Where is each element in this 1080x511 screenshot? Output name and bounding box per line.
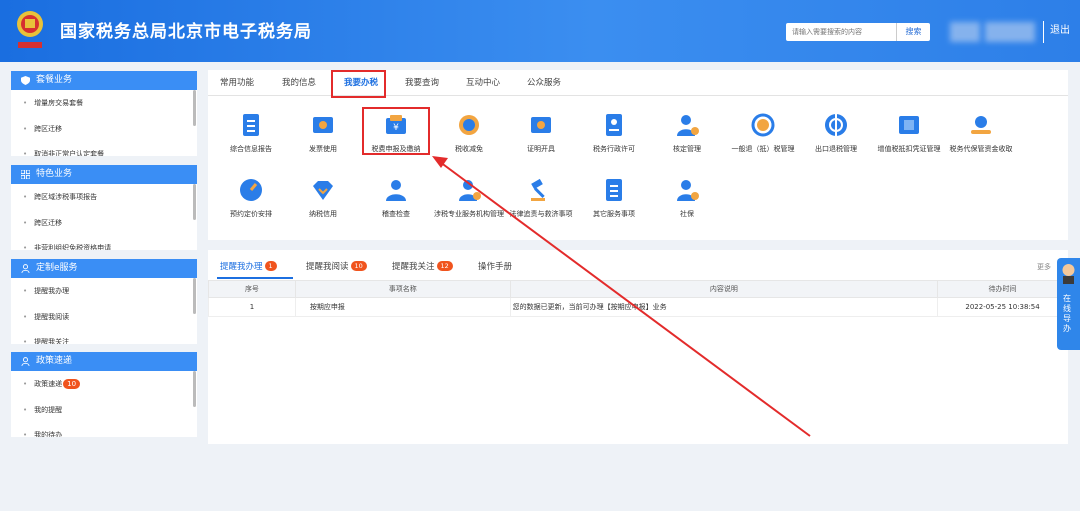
annotation-arrow <box>432 156 811 437</box>
